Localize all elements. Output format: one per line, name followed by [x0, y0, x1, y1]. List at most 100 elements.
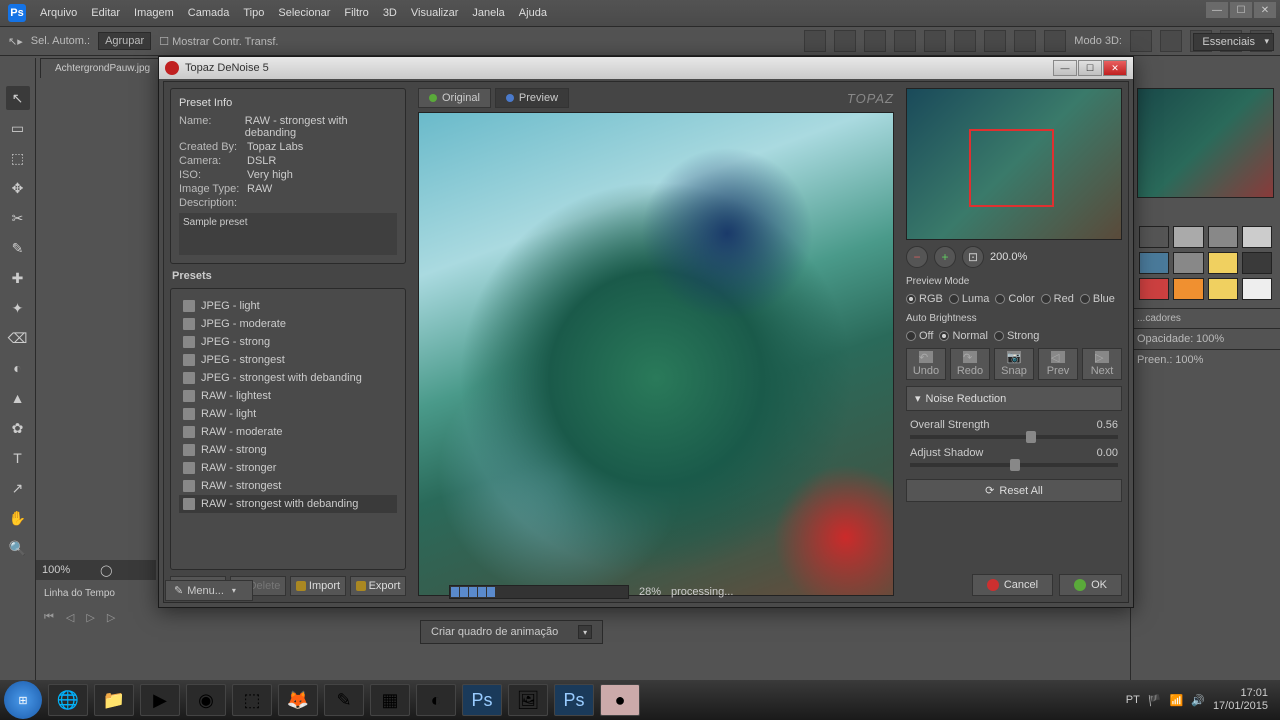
menu-3d[interactable]: 3D — [383, 7, 397, 19]
navigator-rect[interactable] — [969, 129, 1054, 207]
taskbar-app-icon[interactable]: 🖼 — [508, 684, 548, 716]
menu-view[interactable]: Visualizar — [411, 7, 459, 19]
taskbar-ie-icon[interactable]: 🌐 — [48, 684, 88, 716]
preset-item[interactable]: RAW - moderate — [179, 423, 397, 441]
swatch[interactable] — [1139, 252, 1169, 274]
gradient-tool[interactable]: ▲ — [6, 386, 30, 410]
play-icon[interactable]: ▷ — [86, 611, 94, 624]
preset-item[interactable]: JPEG - strong — [179, 333, 397, 351]
zoom-out-button[interactable]: − — [906, 246, 928, 268]
swatch[interactable] — [1208, 278, 1238, 300]
zoom-tool[interactable]: 🔍 — [6, 536, 30, 560]
export-button[interactable]: Export — [350, 576, 406, 596]
eraser-tool[interactable]: ◐ — [6, 356, 30, 380]
stamp-tool[interactable]: ⌫ — [6, 326, 30, 350]
preset-item[interactable]: RAW - strong — [179, 441, 397, 459]
hand-tool[interactable]: ✋ — [6, 506, 30, 530]
document-tab[interactable]: AchtergrondPauw.jpg — [40, 58, 165, 78]
preset-item[interactable]: RAW - stronger — [179, 459, 397, 477]
align-icon[interactable] — [894, 30, 916, 52]
auto-select-dropdown[interactable]: Agrupar — [98, 32, 151, 50]
reset-all-button[interactable]: ⟳Reset All — [906, 479, 1122, 502]
swatch[interactable] — [1208, 226, 1238, 248]
preview-canvas[interactable] — [418, 112, 894, 596]
tray-network-icon[interactable]: 📶 — [1170, 694, 1184, 707]
preset-item[interactable]: RAW - lightest — [179, 387, 397, 405]
3d-icon[interactable] — [1160, 30, 1182, 52]
workspace-dropdown[interactable]: Essenciais — [1193, 33, 1274, 51]
create-frame-button[interactable]: Criar quadro de animação▾ — [420, 620, 603, 644]
tray-flag-icon[interactable]: 🏴 — [1148, 694, 1162, 707]
next-button[interactable]: ▷Next — [1082, 348, 1122, 380]
taskbar-explorer-icon[interactable]: 📁 — [94, 684, 134, 716]
taskbar-app-icon[interactable]: ▦ — [370, 684, 410, 716]
radio-red[interactable]: Red — [1041, 293, 1074, 305]
menu-layer[interactable]: Camada — [188, 7, 230, 19]
radio-blue[interactable]: Blue — [1080, 293, 1115, 305]
marquee-tool[interactable]: ▭ — [6, 116, 30, 140]
navigator-thumb[interactable] — [1137, 88, 1274, 198]
host-maximize-icon[interactable]: ☐ — [1230, 2, 1252, 18]
swatch[interactable] — [1242, 226, 1272, 248]
distribute-icon[interactable] — [1014, 30, 1036, 52]
menu-edit[interactable]: Editar — [91, 7, 120, 19]
radio-rgb[interactable]: RGB — [906, 293, 943, 305]
menu-button[interactable]: ✎Menu... — [165, 580, 253, 601]
distribute-icon[interactable] — [1044, 30, 1066, 52]
ok-button[interactable]: OK — [1059, 574, 1122, 596]
preset-item[interactable]: JPEG - light — [179, 297, 397, 315]
menu-type[interactable]: Tipo — [243, 7, 264, 19]
menu-image[interactable]: Imagem — [134, 7, 174, 19]
host-close-icon[interactable]: ✕ — [1254, 2, 1276, 18]
taskbar-app-icon[interactable]: ⬚ — [232, 684, 272, 716]
start-button[interactable]: ⊞ — [4, 681, 42, 719]
path-tool[interactable]: ↗ — [6, 476, 30, 500]
chevron-down-icon[interactable]: ▾ — [578, 625, 592, 639]
align-icon[interactable] — [864, 30, 886, 52]
menu-window[interactable]: Janela — [472, 7, 504, 19]
taskbar-firefox-icon[interactable]: 🦊 — [278, 684, 318, 716]
swatch[interactable] — [1139, 226, 1169, 248]
taskbar-app-icon[interactable]: ◐ — [416, 684, 456, 716]
move-tool-icon[interactable]: ↖▸ — [8, 35, 23, 48]
heal-tool[interactable]: ✚ — [6, 266, 30, 290]
align-icon[interactable] — [924, 30, 946, 52]
align-icon[interactable] — [804, 30, 826, 52]
transform-checkbox[interactable]: ☐ Mostrar Contr. Transf. — [159, 35, 278, 48]
zoom-fit-button[interactable]: ⊡ — [962, 246, 984, 268]
taskbar-app-icon[interactable]: ✎ — [324, 684, 364, 716]
snap-button[interactable]: 📷Snap — [994, 348, 1034, 380]
prev-button[interactable]: ◁Prev — [1038, 348, 1078, 380]
dialog-maximize-icon[interactable]: ☐ — [1078, 60, 1102, 76]
tray-volume-icon[interactable]: 🔊 — [1191, 694, 1205, 707]
preset-item[interactable]: JPEG - strongest — [179, 351, 397, 369]
radio-strong[interactable]: Strong — [994, 330, 1039, 342]
zoom-level[interactable]: 100% — [42, 564, 70, 576]
brush-tool[interactable]: ✦ — [6, 296, 30, 320]
tray-clock[interactable]: 17:0117/01/2015 — [1213, 687, 1268, 713]
3d-icon[interactable] — [1130, 30, 1152, 52]
taskbar-chrome-icon[interactable]: ◉ — [186, 684, 226, 716]
prev-frame-icon[interactable]: ◁ — [66, 611, 74, 624]
lasso-tool[interactable]: ⬚ — [6, 146, 30, 170]
wand-tool[interactable]: ✥ — [6, 176, 30, 200]
radio-off[interactable]: Off — [906, 330, 933, 342]
preset-item[interactable]: RAW - strongest — [179, 477, 397, 495]
dialog-close-icon[interactable]: ✕ — [1103, 60, 1127, 76]
taskbar-wmp-icon[interactable]: ▶ — [140, 684, 180, 716]
move-tool[interactable]: ↖ — [6, 86, 30, 110]
swatch[interactable] — [1173, 278, 1203, 300]
eyedropper-tool[interactable]: ✎ — [6, 236, 30, 260]
noise-reduction-header[interactable]: ▾Noise Reduction — [906, 386, 1122, 411]
swatch[interactable] — [1208, 252, 1238, 274]
preset-item[interactable]: JPEG - moderate — [179, 315, 397, 333]
import-button[interactable]: Import — [290, 576, 346, 596]
swatch[interactable] — [1242, 278, 1272, 300]
tab-preview[interactable]: Preview — [495, 88, 569, 108]
taskbar-ps-icon[interactable]: Ps — [462, 684, 502, 716]
tray-lang[interactable]: PT — [1126, 694, 1140, 706]
navigator[interactable] — [906, 88, 1122, 240]
taskbar-recorder-icon[interactable]: ● — [600, 684, 640, 716]
overall-strength-slider[interactable] — [910, 435, 1118, 439]
swatch[interactable] — [1173, 252, 1203, 274]
